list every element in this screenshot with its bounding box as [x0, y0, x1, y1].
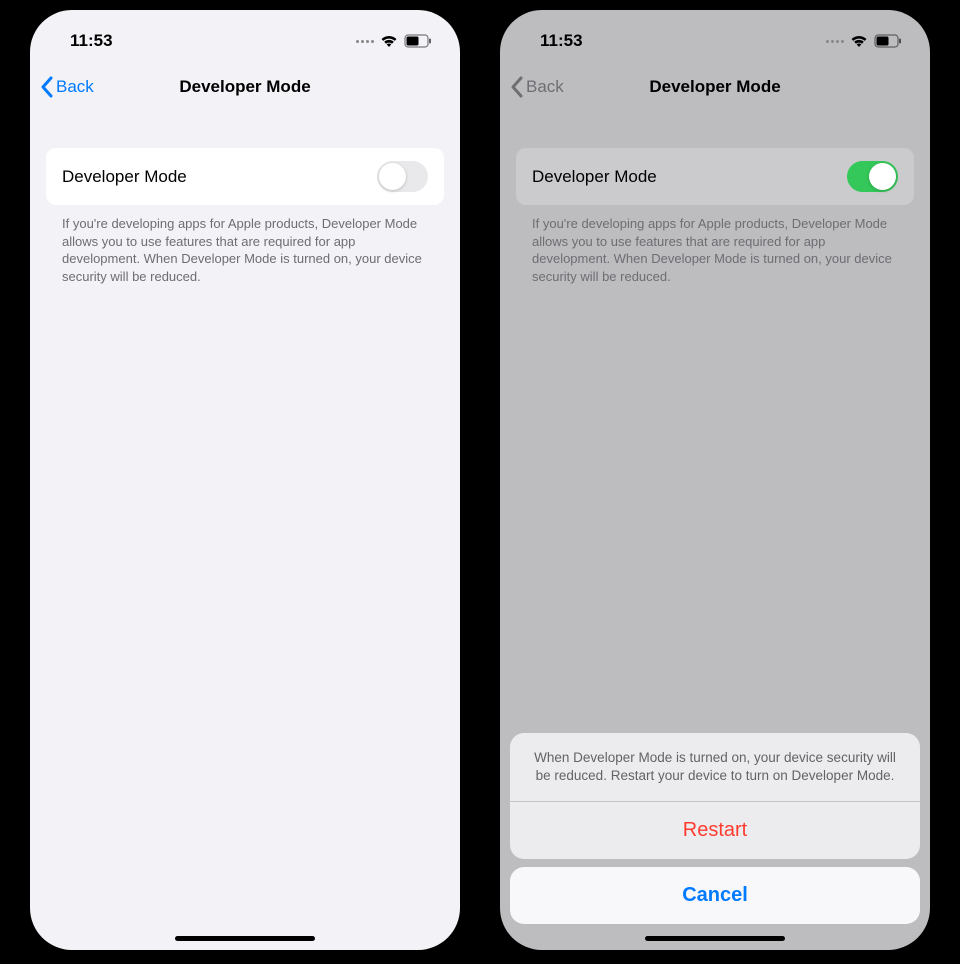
developer-mode-label: Developer Mode [532, 167, 657, 187]
status-bar: 11:53 [30, 16, 460, 66]
developer-mode-toggle[interactable] [377, 161, 428, 192]
page-title: Developer Mode [500, 77, 930, 97]
chevron-left-icon [40, 76, 53, 98]
home-indicator[interactable] [175, 936, 315, 941]
clock-time: 11:53 [540, 31, 583, 51]
back-label: Back [526, 77, 564, 97]
clock-time: 11:53 [70, 31, 113, 51]
battery-icon [874, 34, 902, 48]
wifi-icon [850, 34, 868, 48]
restart-button[interactable]: Restart [510, 802, 920, 859]
developer-mode-row[interactable]: Developer Mode [46, 148, 444, 205]
cellular-icon [826, 40, 844, 43]
wifi-icon [380, 34, 398, 48]
status-bar: 11:53 [500, 16, 930, 66]
action-sheet-message: When Developer Mode is turned on, your d… [510, 733, 920, 801]
toggle-knob [379, 163, 406, 190]
status-icons [356, 34, 432, 48]
back-label: Back [56, 77, 94, 97]
developer-mode-description: If you're developing apps for Apple prod… [46, 205, 444, 285]
chevron-left-icon [510, 76, 523, 98]
phone-screenshot-left: 11:53 Back [30, 10, 460, 950]
status-icons [826, 34, 902, 48]
action-sheet: When Developer Mode is turned on, your d… [510, 733, 920, 924]
nav-bar: Back Developer Mode [30, 66, 460, 108]
developer-mode-description: If you're developing apps for Apple prod… [516, 205, 914, 285]
battery-icon [404, 34, 432, 48]
back-button[interactable]: Back [40, 76, 94, 98]
developer-mode-label: Developer Mode [62, 167, 187, 187]
action-sheet-group: When Developer Mode is turned on, your d… [510, 733, 920, 859]
toggle-knob [869, 163, 896, 190]
page-title: Developer Mode [30, 77, 460, 97]
cellular-icon [356, 40, 374, 43]
back-button[interactable]: Back [510, 76, 564, 98]
developer-mode-toggle[interactable] [847, 161, 898, 192]
nav-bar: Back Developer Mode [500, 66, 930, 108]
developer-mode-row[interactable]: Developer Mode [516, 148, 914, 205]
home-indicator[interactable] [645, 936, 785, 941]
phone-screenshot-right: 11:53 Back Developer Mode Developer [500, 10, 930, 950]
cancel-button[interactable]: Cancel [510, 867, 920, 924]
content-area: Developer Mode If you're developing apps… [30, 108, 460, 950]
